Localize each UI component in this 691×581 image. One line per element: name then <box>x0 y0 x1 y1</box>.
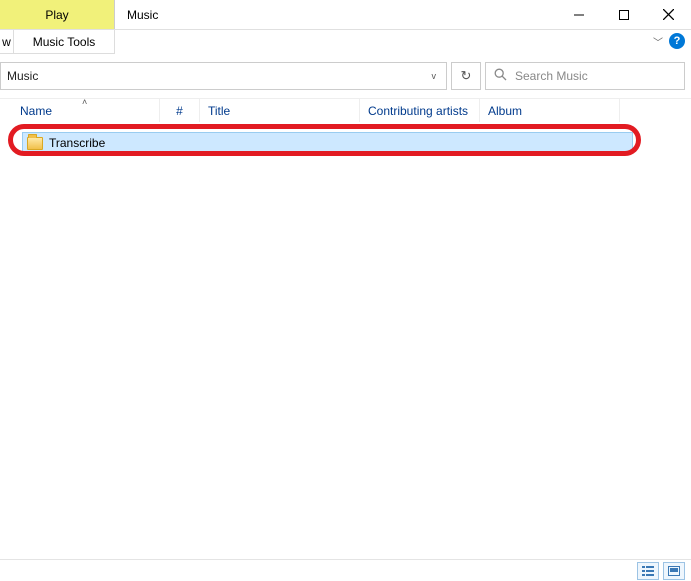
column-header-contributing-artists[interactable]: Contributing artists <box>360 99 480 122</box>
view-large-icons-button[interactable] <box>663 562 685 580</box>
maximize-button[interactable] <box>601 0 646 30</box>
ribbon-collapse-chevron-icon[interactable]: ﹀ <box>653 34 663 49</box>
item-name: Transcribe <box>49 136 105 150</box>
sort-ascending-icon: ˄ <box>82 97 87 107</box>
column-header-number[interactable]: # <box>160 99 200 122</box>
refresh-button[interactable]: ↻ <box>451 62 481 90</box>
titlebar: Play Music <box>0 0 691 30</box>
column-header-title[interactable]: Title <box>200 99 360 122</box>
address-bar-row: Music v ↻ Search Music <box>0 54 691 98</box>
column-header-label: Name <box>20 104 52 118</box>
columns-header: Name ˄ # Title Contributing artists Albu… <box>0 98 691 122</box>
ribbon-second-row: w Music Tools ﹀ ? <box>0 30 691 54</box>
view-details-button[interactable] <box>637 562 659 580</box>
ribbon-tab-play[interactable]: Play <box>0 0 115 29</box>
ribbon-tab-fragment[interactable]: w <box>0 30 14 54</box>
help-icon[interactable]: ? <box>669 33 685 49</box>
refresh-icon: ↻ <box>461 68 472 84</box>
search-box[interactable]: Search Music <box>485 62 685 90</box>
status-bar <box>0 559 691 581</box>
minimize-button[interactable] <box>556 0 601 30</box>
folder-icon <box>27 137 43 150</box>
address-path: Music <box>7 69 428 83</box>
window-title: Music <box>115 0 556 29</box>
window-controls <box>556 0 691 29</box>
close-button[interactable] <box>646 0 691 30</box>
ribbon-tab-music-tools[interactable]: Music Tools <box>14 30 115 54</box>
address-bar[interactable]: Music v <box>0 62 447 90</box>
address-history-chevron-icon[interactable]: v <box>428 71 441 81</box>
column-header-name[interactable]: Name ˄ <box>0 99 160 122</box>
column-header-album[interactable]: Album <box>480 99 620 122</box>
file-list: Transcribe <box>0 122 691 154</box>
search-icon <box>494 68 507 84</box>
list-item[interactable]: Transcribe <box>22 132 633 154</box>
search-placeholder: Search Music <box>515 69 588 83</box>
